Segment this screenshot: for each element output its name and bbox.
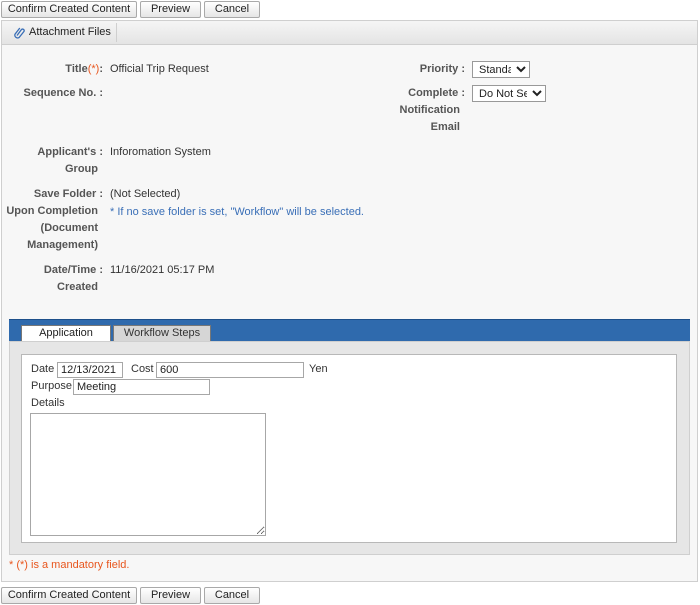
save-folder-value: (Not Selected) <box>110 188 181 200</box>
date-time-created-label: Date/Time : Created <box>43 264 103 293</box>
purpose-label: Purpose <box>31 380 72 392</box>
save-folder-label: Save Folder : Upon Completion (Document … <box>6 188 103 251</box>
cost-input[interactable] <box>156 362 304 378</box>
preview-button-bottom[interactable]: Preview <box>140 587 201 604</box>
purpose-input[interactable] <box>73 379 210 395</box>
content-tabs-bar: Application Workflow Steps <box>9 319 690 341</box>
attachment-files-tab[interactable]: Attachment Files <box>5 23 117 42</box>
sequence-no-label: Sequence No. : <box>23 87 103 99</box>
preview-button[interactable]: Preview <box>140 1 201 18</box>
cancel-button-bottom[interactable]: Cancel <box>204 587 260 604</box>
save-folder-hint: * If no save folder is set, "Workflow" w… <box>110 206 364 218</box>
date-label: Date <box>31 363 55 375</box>
cost-label: Cost <box>131 363 154 375</box>
priority-select[interactable]: Standard <box>472 61 530 78</box>
attachment-files-label: Attachment Files <box>29 26 111 38</box>
applicants-group-value: Inforomation System <box>110 146 211 158</box>
applicants-group-label: Applicant's : Group <box>37 146 103 175</box>
currency-label: Yen <box>309 363 328 375</box>
priority-label: Priority : <box>419 63 465 75</box>
confirm-created-content-button-bottom[interactable]: Confirm Created Content <box>1 587 137 604</box>
title-label: Title(*): <box>65 63 103 75</box>
paperclip-icon <box>14 27 25 39</box>
required-marker: (*) <box>87 63 100 75</box>
details-label: Details <box>31 397 65 409</box>
attachment-bar: Attachment Files <box>2 21 697 45</box>
title-value: Official Trip Request <box>110 63 209 75</box>
mandatory-field-note: * (*) is a mandatory field. <box>9 559 130 571</box>
date-time-created-value: 11/16/2021 05:17 PM <box>110 264 215 276</box>
complete-notification-select[interactable]: Do Not Send <box>472 85 546 102</box>
tab-application[interactable]: Application <box>21 325 111 341</box>
confirm-created-content-button[interactable]: Confirm Created Content <box>1 1 137 18</box>
date-input[interactable] <box>57 362 123 378</box>
cancel-button[interactable]: Cancel <box>204 1 260 18</box>
details-textarea[interactable] <box>30 413 266 536</box>
tab-workflow-steps[interactable]: Workflow Steps <box>113 325 211 341</box>
complete-notification-label: Complete : Notification Email <box>399 87 466 133</box>
